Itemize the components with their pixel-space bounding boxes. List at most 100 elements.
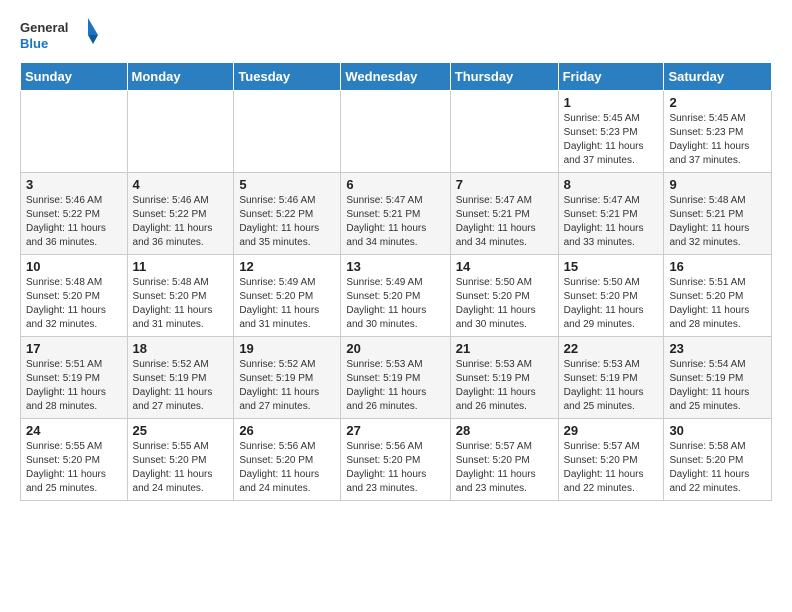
weekday-header-saturday: Saturday — [664, 63, 772, 91]
calendar-cell: 18 Sunrise: 5:52 AM Sunset: 5:19 PM Dayli… — [127, 337, 234, 419]
day-number: 20 — [346, 341, 444, 356]
day-number: 22 — [564, 341, 659, 356]
weekday-header-friday: Friday — [558, 63, 664, 91]
weekday-header-wednesday: Wednesday — [341, 63, 450, 91]
calendar-cell: 27Sunrise: 5:56 AM Sunset: 5:20 PM Dayli… — [341, 419, 450, 501]
day-info: Sunrise: 5:47 AM Sunset: 5:21 PM Dayligh… — [456, 194, 553, 250]
day-number: 30 — [669, 423, 766, 438]
day-info: Sunrise: 5:49 AM Sunset: 5:20 PM Dayligh… — [239, 276, 335, 332]
calendar-cell: 14 Sunrise: 5:50 AM Sunset: 5:20 PM Dayli… — [450, 255, 558, 337]
day-info: Sunrise: 5:48 AM Sunset: 5:20 PM Dayligh… — [133, 276, 229, 332]
day-info: Sunrise: 5:50 AM Sunset: 5:20 PM Dayligh… — [456, 276, 553, 332]
day-info: Sunrise: 5:49 AM Sunset: 5:20 PM Dayligh… — [346, 276, 444, 332]
calendar-cell — [127, 91, 234, 173]
day-number: 8 — [564, 177, 659, 192]
calendar-header-row: SundayMondayTuesdayWednesdayThursdayFrid… — [21, 63, 772, 91]
svg-text:General: General — [20, 20, 68, 35]
svg-text:Blue: Blue — [20, 36, 48, 51]
day-info: Sunrise: 5:51 AM Sunset: 5:19 PM Dayligh… — [26, 358, 122, 414]
day-number: 23 — [669, 341, 766, 356]
week-row-2: 3Sunrise: 5:46 AM Sunset: 5:22 PM Daylig… — [21, 173, 772, 255]
day-info: Sunrise: 5:50 AM Sunset: 5:20 PM Dayligh… — [564, 276, 659, 332]
calendar-cell: 23 Sunrise: 5:54 AM Sunset: 5:19 PM Dayli… — [664, 337, 772, 419]
weekday-header-monday: Monday — [127, 63, 234, 91]
calendar-cell — [450, 91, 558, 173]
week-row-4: 17Sunrise: 5:51 AM Sunset: 5:19 PM Dayli… — [21, 337, 772, 419]
day-info: Sunrise: 5:46 AM Sunset: 5:22 PM Dayligh… — [133, 194, 229, 250]
day-number: 11 — [133, 259, 229, 274]
day-number: 21 — [456, 341, 553, 356]
day-info: Sunrise: 5:47 AM Sunset: 5:21 PM Dayligh… — [564, 194, 659, 250]
day-number: 25 — [133, 423, 229, 438]
day-info: Sunrise: 5:48 AM Sunset: 5:20 PM Dayligh… — [26, 276, 122, 332]
calendar-cell: 21 Sunrise: 5:53 AM Sunset: 5:19 PM Dayli… — [450, 337, 558, 419]
calendar-cell: 24Sunrise: 5:55 AM Sunset: 5:20 PM Dayli… — [21, 419, 128, 501]
day-number: 6 — [346, 177, 444, 192]
day-number: 26 — [239, 423, 335, 438]
day-info: Sunrise: 5:45 AM Sunset: 5:23 PM Dayligh… — [669, 112, 766, 168]
day-number: 29 — [564, 423, 659, 438]
calendar-cell: 30Sunrise: 5:58 AM Sunset: 5:20 PM Dayli… — [664, 419, 772, 501]
day-info: Sunrise: 5:46 AM Sunset: 5:22 PM Dayligh… — [26, 194, 122, 250]
calendar-cell: 11 Sunrise: 5:48 AM Sunset: 5:20 PM Dayli… — [127, 255, 234, 337]
calendar-cell: 26 Sunrise: 5:56 AM Sunset: 5:20 PM Dayli… — [234, 419, 341, 501]
day-number: 28 — [456, 423, 553, 438]
day-number: 7 — [456, 177, 553, 192]
calendar-cell: 5Sunrise: 5:46 AM Sunset: 5:22 PM Daylig… — [234, 173, 341, 255]
day-info: Sunrise: 5:55 AM Sunset: 5:20 PM Dayligh… — [26, 440, 122, 496]
day-number: 13 — [346, 259, 444, 274]
day-info: Sunrise: 5:52 AM Sunset: 5:19 PM Dayligh… — [133, 358, 229, 414]
calendar-cell — [341, 91, 450, 173]
logo: General Blue — [20, 16, 100, 54]
calendar-cell: 22 Sunrise: 5:53 AM Sunset: 5:19 PM Dayli… — [558, 337, 664, 419]
day-number: 14 — [456, 259, 553, 274]
day-number: 10 — [26, 259, 122, 274]
logo-svg: General Blue — [20, 16, 100, 54]
weekday-header-tuesday: Tuesday — [234, 63, 341, 91]
day-info: Sunrise: 5:45 AM Sunset: 5:23 PM Dayligh… — [564, 112, 659, 168]
day-number: 15 — [564, 259, 659, 274]
weekday-header-sunday: Sunday — [21, 63, 128, 91]
calendar-cell: 3Sunrise: 5:46 AM Sunset: 5:22 PM Daylig… — [21, 173, 128, 255]
day-info: Sunrise: 5:48 AM Sunset: 5:21 PM Dayligh… — [669, 194, 766, 250]
week-row-3: 10 Sunrise: 5:48 AM Sunset: 5:20 PM Dayli… — [21, 255, 772, 337]
day-info: Sunrise: 5:55 AM Sunset: 5:20 PM Dayligh… — [133, 440, 229, 496]
day-info: Sunrise: 5:47 AM Sunset: 5:21 PM Dayligh… — [346, 194, 444, 250]
header: General Blue — [20, 16, 772, 54]
calendar-cell: 6 Sunrise: 5:47 AM Sunset: 5:21 PM Daylig… — [341, 173, 450, 255]
day-info: Sunrise: 5:57 AM Sunset: 5:20 PM Dayligh… — [456, 440, 553, 496]
day-info: Sunrise: 5:51 AM Sunset: 5:20 PM Dayligh… — [669, 276, 766, 332]
day-number: 9 — [669, 177, 766, 192]
day-info: Sunrise: 5:56 AM Sunset: 5:20 PM Dayligh… — [239, 440, 335, 496]
day-number: 18 — [133, 341, 229, 356]
day-info: Sunrise: 5:53 AM Sunset: 5:19 PM Dayligh… — [564, 358, 659, 414]
week-row-5: 24Sunrise: 5:55 AM Sunset: 5:20 PM Dayli… — [21, 419, 772, 501]
day-info: Sunrise: 5:53 AM Sunset: 5:19 PM Dayligh… — [346, 358, 444, 414]
calendar-cell: 15 Sunrise: 5:50 AM Sunset: 5:20 PM Dayli… — [558, 255, 664, 337]
week-row-1: 1 Sunrise: 5:45 AM Sunset: 5:23 PM Daylig… — [21, 91, 772, 173]
day-info: Sunrise: 5:54 AM Sunset: 5:19 PM Dayligh… — [669, 358, 766, 414]
calendar-cell: 16 Sunrise: 5:51 AM Sunset: 5:20 PM Dayli… — [664, 255, 772, 337]
calendar-cell: 20 Sunrise: 5:53 AM Sunset: 5:19 PM Dayli… — [341, 337, 450, 419]
day-number: 4 — [133, 177, 229, 192]
day-info: Sunrise: 5:56 AM Sunset: 5:20 PM Dayligh… — [346, 440, 444, 496]
page-container: General Blue SundayMondayTuesdayWednesda… — [0, 0, 792, 517]
day-number: 2 — [669, 95, 766, 110]
calendar-cell — [21, 91, 128, 173]
calendar-cell: 4 Sunrise: 5:46 AM Sunset: 5:22 PM Daylig… — [127, 173, 234, 255]
day-number: 12 — [239, 259, 335, 274]
day-number: 16 — [669, 259, 766, 274]
day-number: 19 — [239, 341, 335, 356]
calendar-cell — [234, 91, 341, 173]
day-info: Sunrise: 5:53 AM Sunset: 5:19 PM Dayligh… — [456, 358, 553, 414]
calendar-cell: 25 Sunrise: 5:55 AM Sunset: 5:20 PM Dayli… — [127, 419, 234, 501]
day-info: Sunrise: 5:52 AM Sunset: 5:19 PM Dayligh… — [239, 358, 335, 414]
weekday-header-thursday: Thursday — [450, 63, 558, 91]
calendar-cell: 17Sunrise: 5:51 AM Sunset: 5:19 PM Dayli… — [21, 337, 128, 419]
day-info: Sunrise: 5:57 AM Sunset: 5:20 PM Dayligh… — [564, 440, 659, 496]
day-number: 1 — [564, 95, 659, 110]
calendar-cell: 10 Sunrise: 5:48 AM Sunset: 5:20 PM Dayli… — [21, 255, 128, 337]
calendar-cell: 1 Sunrise: 5:45 AM Sunset: 5:23 PM Daylig… — [558, 91, 664, 173]
calendar-cell: 12 Sunrise: 5:49 AM Sunset: 5:20 PM Dayli… — [234, 255, 341, 337]
calendar-cell: 2 Sunrise: 5:45 AM Sunset: 5:23 PM Daylig… — [664, 91, 772, 173]
